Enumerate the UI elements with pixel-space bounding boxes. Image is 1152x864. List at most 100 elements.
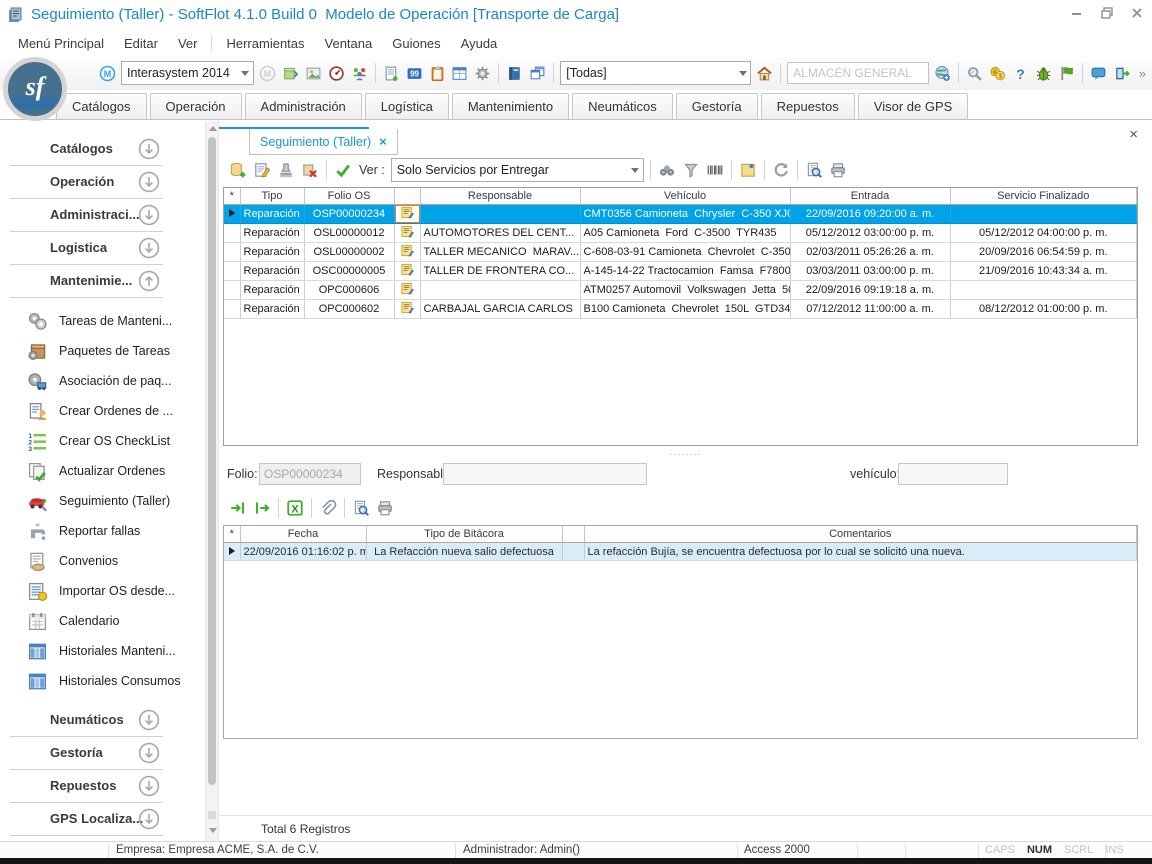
sidebar-item-crear-os-checklist[interactable]: 123Crear OS CheckList [0, 426, 205, 456]
coins-icon[interactable]: €$ [987, 62, 1008, 84]
sidebar-item-importar-os-desde[interactable]: Importar OS desde... [0, 576, 205, 606]
circle-down-icon[interactable] [138, 237, 160, 259]
gauge-icon[interactable] [326, 62, 347, 84]
confirm-check-icon[interactable] [332, 159, 354, 181]
m-badge-icon[interactable]: M [97, 62, 118, 84]
orders-row[interactable]: ReparaciónOPC000606ATM0257 Automovil Vol… [224, 281, 1137, 300]
column-header-comentarios[interactable]: Comentarios [584, 526, 1137, 543]
sidebar-item-reportar-fallas[interactable]: Reportar fallas [0, 516, 205, 546]
column-header-icon[interactable] [562, 526, 584, 543]
filter-funnel-icon[interactable] [680, 159, 702, 181]
ribbon-tab-gestor-a[interactable]: Gestoría [676, 93, 758, 119]
grid-note-icon[interactable] [399, 300, 415, 315]
sidebar-scrollbar[interactable] [205, 121, 219, 841]
column-header-entrada[interactable]: Entrada [790, 188, 950, 205]
menu-item-guiones[interactable]: Guiones [382, 33, 450, 54]
menu-item-editar[interactable]: Editar [114, 33, 168, 54]
orders-row[interactable]: ReparaciónOPC000602CARBAJAL GARCIA CARLO… [224, 300, 1137, 319]
book-icon[interactable] [504, 62, 525, 84]
menu-item-herramientas[interactable]: Herramientas [216, 33, 314, 54]
grid-note-icon[interactable] [399, 281, 415, 296]
orders-row[interactable]: ReparaciónOSL00000012AUTOMOTORES DEL CEN… [224, 224, 1137, 243]
circle-down-icon[interactable] [138, 204, 160, 226]
globe-icon[interactable] [932, 62, 953, 84]
minimize-button[interactable] [1070, 6, 1084, 20]
document-tab[interactable]: Seguimiento (Taller) × [249, 129, 398, 155]
ribbon-tab-operaci-n[interactable]: Operación [150, 93, 242, 119]
ribbon-tab-cat-logos[interactable]: Catálogos [56, 93, 147, 119]
wrench-search-icon[interactable] [964, 62, 985, 84]
sidebar-item-historiales-manteni[interactable]: Historiales Manteni... [0, 636, 205, 666]
circle-down-icon[interactable] [138, 709, 160, 731]
circle-down-icon[interactable] [138, 742, 160, 764]
splitter-handle[interactable]: ········ [219, 449, 1152, 459]
ribbon-tab-mantenimiento[interactable]: Mantenimiento [452, 93, 569, 119]
flag-icon[interactable] [1056, 62, 1077, 84]
menu-item-men-principal[interactable]: Menú Principal [8, 33, 114, 54]
badge-99-icon[interactable]: 99 [404, 62, 425, 84]
sidebar-item-historiales-consumos[interactable]: Historiales Consumos [0, 666, 205, 696]
picture-icon[interactable] [303, 62, 324, 84]
warehouse-input[interactable] [787, 62, 929, 84]
sidebar-section-repuestos[interactable]: Repuestos [0, 770, 205, 803]
scrollbar-box[interactable] [208, 811, 216, 819]
document-tab-close-icon[interactable]: × [379, 134, 387, 149]
new-report-icon[interactable] [381, 62, 402, 84]
refresh-icon[interactable] [770, 159, 792, 181]
ribbon-tab-neum-ticos[interactable]: Neumáticos [572, 93, 673, 119]
sidebar-section-operaci-n[interactable]: Operación [0, 166, 205, 199]
menu-item-ventana[interactable]: Ventana [315, 33, 383, 54]
sidebar-section-neum-ticos[interactable]: Neumáticos [0, 704, 205, 737]
column-header-tipo[interactable]: Tipo [240, 188, 304, 205]
column-header-veh-culo[interactable]: Vehículo [580, 188, 790, 205]
delete-record-icon[interactable] [299, 159, 321, 181]
sidebar-section-administraci-[interactable]: Administraci... [0, 199, 205, 232]
note-icon[interactable] [737, 159, 759, 181]
sidebar-section-mantenimie-[interactable]: Mantenimie... [0, 265, 205, 298]
circle-down-icon[interactable] [138, 808, 160, 830]
column-header-servicio-finalizado[interactable]: Servicio Finalizado [950, 188, 1137, 205]
column-header-responsable[interactable]: Responsable [420, 188, 580, 205]
stamp-icon[interactable] [275, 159, 297, 181]
scroll-up-icon[interactable] [209, 126, 217, 131]
view-filter-combo[interactable]: Solo Servicios por Entregar [391, 158, 644, 182]
circle-down-icon[interactable] [138, 138, 160, 160]
sidebar-item-crear-ordenes-de[interactable]: Crear Ordenes de ... [0, 396, 205, 426]
sidebar-section-gps-localiza-[interactable]: GPS Localiza... [0, 803, 205, 836]
scroll-down-icon[interactable] [209, 828, 217, 833]
circle-down-icon[interactable] [138, 775, 160, 797]
people-icon[interactable] [349, 62, 370, 84]
ribbon-tab-administraci-n[interactable]: Administración [245, 93, 362, 119]
clipboard-icon[interactable] [427, 62, 448, 84]
chevron-down-icon[interactable] [628, 159, 643, 181]
archive-box-icon[interactable] [280, 62, 301, 84]
windows-icon[interactable] [527, 62, 548, 84]
excel-export-icon[interactable]: X [284, 497, 306, 519]
attachment-icon[interactable] [317, 497, 339, 519]
gear-icon[interactable] [472, 62, 493, 84]
column-header--[interactable]: * [224, 526, 240, 543]
print-preview-icon[interactable] [350, 497, 372, 519]
export-rows-icon[interactable] [251, 497, 273, 519]
folio-field[interactable] [259, 463, 361, 485]
sidebar-item-actualizar-ordenes[interactable]: Actualizar Ordenes [0, 456, 205, 486]
menu-item-ayuda[interactable]: Ayuda [451, 33, 508, 54]
print-icon[interactable] [374, 497, 396, 519]
responsable-field[interactable] [443, 463, 647, 485]
restore-button[interactable] [1100, 6, 1114, 20]
help-icon[interactable]: ? [1010, 62, 1031, 84]
circle-down-icon[interactable] [138, 171, 160, 193]
chevron-down-icon[interactable] [238, 62, 253, 84]
grid-note-icon[interactable] [399, 262, 415, 277]
grid-note-icon[interactable] [399, 205, 415, 220]
ribbon-tab-repuestos[interactable]: Repuestos [761, 93, 855, 119]
orders-row[interactable]: ReparaciónOSL00000002TALLER MECANICO MAR… [224, 243, 1137, 262]
log-row[interactable]: 22/09/2016 01:16:02 p. m.La Refacción nu… [224, 543, 1137, 561]
close-button[interactable] [1130, 6, 1144, 20]
circle-up-icon[interactable] [138, 270, 160, 292]
column-header-folio-os[interactable]: Folio OS [304, 188, 394, 205]
vehiculo-field[interactable] [898, 463, 1008, 485]
column-header-fecha[interactable]: Fecha [240, 526, 366, 543]
grid-note-icon[interactable] [399, 243, 415, 258]
scrollbar-thumb[interactable] [208, 137, 216, 785]
